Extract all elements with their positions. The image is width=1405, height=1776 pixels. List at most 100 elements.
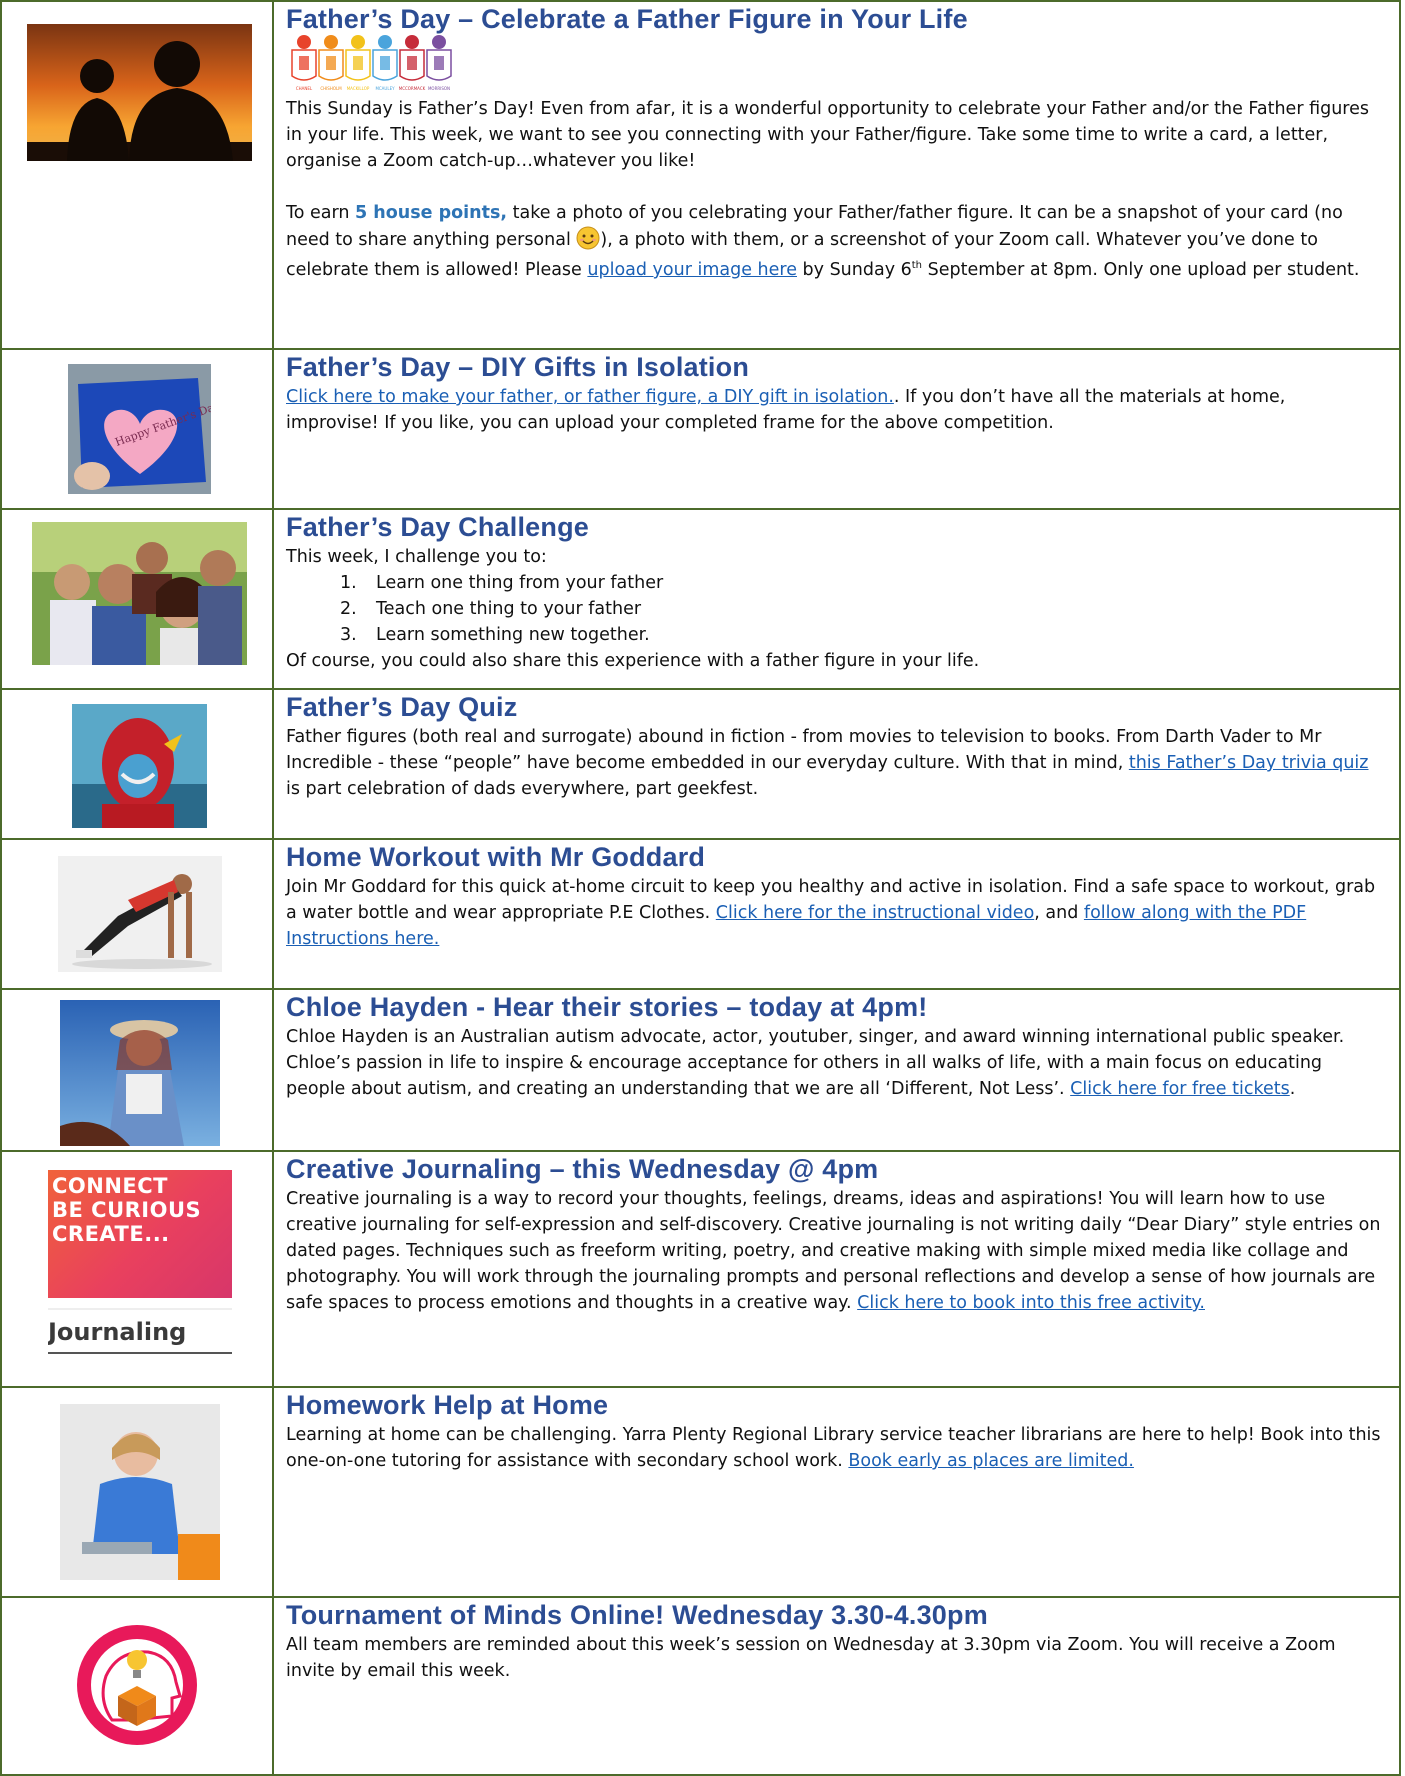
card-photo: Happy Father's Day [68, 364, 211, 494]
row-home-workout: Home Workout with Mr Goddard Join Mr God… [0, 838, 1401, 988]
paragraph-house-points: To earn 5 house points, take a photo of … [286, 200, 1383, 283]
divider [48, 1308, 232, 1310]
journaling-badge: CONNECT BE CURIOUS CREATE... Journaling [48, 1170, 232, 1360]
text-cell: Father’s Day Quiz Father figures (both r… [286, 692, 1383, 802]
tournament-logo [72, 1620, 202, 1750]
row-chloe-hayden: Chloe Hayden - Hear their stories – toda… [0, 988, 1401, 1150]
row-title: Tournament of Minds Online! Wednesday 3.… [286, 1600, 988, 1630]
list-text: Teach one thing to your father [376, 599, 642, 619]
paragraph: Join Mr Goddard for this quick at-home c… [286, 874, 1383, 952]
silhouette-photo [27, 24, 252, 161]
free-tickets-link[interactable]: Click here for free tickets [1070, 1079, 1290, 1099]
image-cell [2, 690, 274, 838]
image-cell: CONNECT BE CURIOUS CREATE... Journaling [2, 1152, 274, 1386]
text-cell: Father’s Day – DIY Gifts in Isolation Cl… [286, 352, 1383, 436]
text-span: . [1289, 1079, 1296, 1099]
house-shield-morrison: MORRISON [426, 35, 452, 91]
paragraph: Creative journaling is a way to record y… [286, 1186, 1383, 1316]
badge-line: CREATE... [52, 1222, 170, 1246]
row-title: Chloe Hayden - Hear their stories – toda… [286, 992, 928, 1022]
challenge-intro: This week, I challenge you to: [286, 547, 547, 567]
house-shield-mackillop: MACKILLOP [345, 35, 371, 91]
list-item: 1. Learn one thing from your father [340, 570, 1383, 596]
text-cell: Homework Help at Home Learning at home c… [286, 1390, 1383, 1474]
house-label: MCCORMACK [399, 86, 426, 91]
diy-gift-link[interactable]: Click here to make your father, or fathe… [286, 387, 894, 407]
text-cell: Father’s Day Challenge This week, I chal… [286, 512, 1383, 674]
row-diy-gifts: Happy Father's Day Father’s Day – DIY Gi… [0, 348, 1401, 508]
row-title: Home Workout with Mr Goddard [286, 842, 706, 872]
row-fathers-day-quiz: Father’s Day Quiz Father figures (both r… [0, 688, 1401, 838]
image-cell [2, 1598, 274, 1774]
house-label: CHANEL [296, 86, 313, 91]
list-number: 1. [340, 573, 357, 593]
house-label: MORRISON [428, 86, 450, 91]
superhero-photo [72, 704, 207, 828]
librarian-photo [60, 1404, 220, 1580]
image-cell [2, 840, 274, 988]
badge-line: BE CURIOUS [52, 1198, 202, 1222]
paragraph-intro: This Sunday is Father’s Day! Even from a… [286, 99, 1370, 171]
house-label: MCAULEY [375, 86, 395, 91]
text-cell: Chloe Hayden - Hear their stories – toda… [286, 992, 1383, 1102]
text-span: by Sunday 6 [796, 259, 912, 280]
row-title: Father’s Day Quiz [286, 692, 518, 722]
instructional-video-link[interactable]: Click here for the instructional video [716, 903, 1034, 923]
paragraph: Click here to make your father, or fathe… [286, 384, 1383, 436]
paragraph: Chloe Hayden is an Australian autism adv… [286, 1024, 1383, 1102]
text-cell: Tournament of Minds Online! Wednesday 3.… [286, 1600, 1383, 1684]
challenge-list: 1. Learn one thing from your father 2. Tea… [286, 570, 1383, 648]
text-cell: Home Workout with Mr Goddard Join Mr God… [286, 842, 1383, 952]
text-span: September at 8pm. Only one upload per st… [922, 259, 1360, 280]
house-shield-chisholm: CHISHOLM [318, 35, 344, 91]
chloe-hayden-photo [60, 1000, 220, 1146]
row-creative-journaling: CONNECT BE CURIOUS CREATE... Journaling … [0, 1150, 1401, 1386]
list-text: Learn one thing from your father [376, 573, 664, 593]
book-journaling-link[interactable]: Click here to book into this free activi… [857, 1293, 1205, 1313]
row-fathers-day-challenge: Father’s Day Challenge This week, I chal… [0, 508, 1401, 688]
text-cell: Father’s Day – Celebrate a Father Figure… [286, 4, 1383, 283]
text-span: , and [1034, 903, 1084, 923]
list-item: 2. Teach one thing to your father [340, 596, 1383, 622]
text-span: Creative journaling is a way to record y… [286, 1189, 1381, 1313]
image-cell [2, 1388, 274, 1596]
challenge-outro: Of course, you could also share this exp… [286, 651, 980, 671]
badge-text: CONNECT BE CURIOUS CREATE... [52, 1174, 201, 1246]
paragraph: All team members are reminded about this… [286, 1635, 1336, 1681]
paragraph: Learning at home can be challenging. Yar… [286, 1422, 1383, 1474]
house-shield-mcauley: MCAULEY [372, 35, 398, 91]
superscript: th [911, 260, 923, 271]
paragraph: Father figures (both real and surrogate)… [286, 724, 1383, 802]
pushup-photo [58, 856, 222, 972]
row-title: Creative Journaling – this Wednesday @ 4… [286, 1154, 879, 1184]
text-span: is part celebration of dads everywhere, … [286, 779, 759, 799]
house-points-text: 5 house points, [355, 203, 508, 223]
list-number: 3. [340, 625, 357, 645]
house-logos: CHANEL CHISHOLM MACKILLOP MCAULEY MCCORMACK M… [288, 34, 1383, 96]
text-span: To earn [286, 203, 356, 223]
row-title: Father’s Day – DIY Gifts in Isolation [286, 352, 750, 382]
house-shield-mccormack: MCCORMACK [399, 35, 426, 91]
text-span: Learning at home can be challenging. Yar… [286, 1425, 1381, 1471]
image-cell: Happy Father's Day [2, 350, 274, 508]
row-homework-help: Homework Help at Home Learning at home c… [0, 1386, 1401, 1596]
book-early-link[interactable]: Book early as places are limited. [848, 1451, 1134, 1471]
image-cell [2, 2, 274, 348]
row-fathers-day-celebrate: Father’s Day – Celebrate a Father Figure… [0, 0, 1401, 348]
list-item: 3. Learn something new together. [340, 622, 1383, 648]
row-tournament-of-minds: Tournament of Minds Online! Wednesday 3.… [0, 1596, 1401, 1776]
underline [48, 1352, 232, 1354]
row-title: Father’s Day Challenge [286, 512, 589, 542]
image-cell [2, 990, 274, 1150]
house-shield-chanel: CHANEL [291, 35, 317, 91]
house-label: MACKILLOP [347, 86, 370, 91]
badge-caption: Journaling [48, 1318, 187, 1346]
family-selfie-photo [32, 522, 247, 665]
badge-line: CONNECT [52, 1174, 168, 1198]
upload-image-link[interactable]: upload your image here [587, 260, 797, 280]
trivia-quiz-link[interactable]: this Father’s Day trivia quiz [1129, 753, 1369, 773]
list-number: 2. [340, 599, 357, 619]
house-label: CHISHOLM [320, 86, 342, 91]
text-cell: Creative Journaling – this Wednesday @ 4… [286, 1154, 1383, 1316]
smiley-emoji-icon [576, 226, 600, 250]
